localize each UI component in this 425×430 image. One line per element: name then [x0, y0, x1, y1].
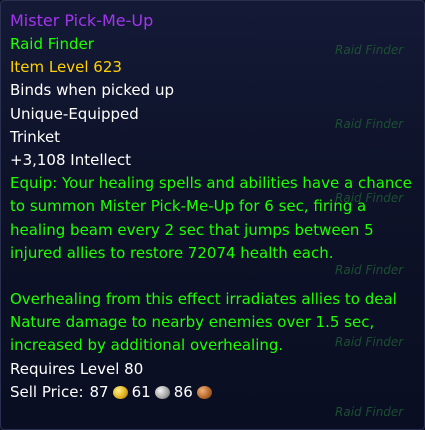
item-slot: Trinket [10, 127, 61, 146]
sell-price: Sell Price: 87 61 86 [10, 381, 415, 404]
sell-gold-amount: 87 [89, 382, 109, 401]
unique-equipped: Unique-Equipped [10, 104, 139, 123]
silver-coin-icon [154, 385, 170, 399]
item-name: Mister Pick-Me-Up [10, 11, 154, 30]
required-level: Requires Level 80 [10, 359, 144, 378]
equip-effect-text: Equip: Your healing spells and abilities… [10, 174, 412, 262]
item-tooltip: Raid Finder Raid Finder Raid Finder Raid… [0, 0, 425, 430]
sell-copper-amount: 86 [173, 382, 193, 401]
sell-price-label: Sell Price: [10, 382, 84, 401]
bind-type: Binds when picked up [10, 81, 174, 100]
item-stat: +3,108 Intellect [10, 151, 132, 170]
copper-coin-icon [196, 385, 212, 399]
item-level: Item Level 623 [10, 58, 122, 77]
sell-silver-amount: 61 [131, 382, 151, 401]
watermark-raid-finder: Raid Finder [335, 405, 404, 419]
gold-coin-icon [112, 385, 128, 399]
item-source: Raid Finder [10, 35, 94, 53]
overheal-effect-text: Overhealing from this effect irradiates … [10, 290, 397, 355]
